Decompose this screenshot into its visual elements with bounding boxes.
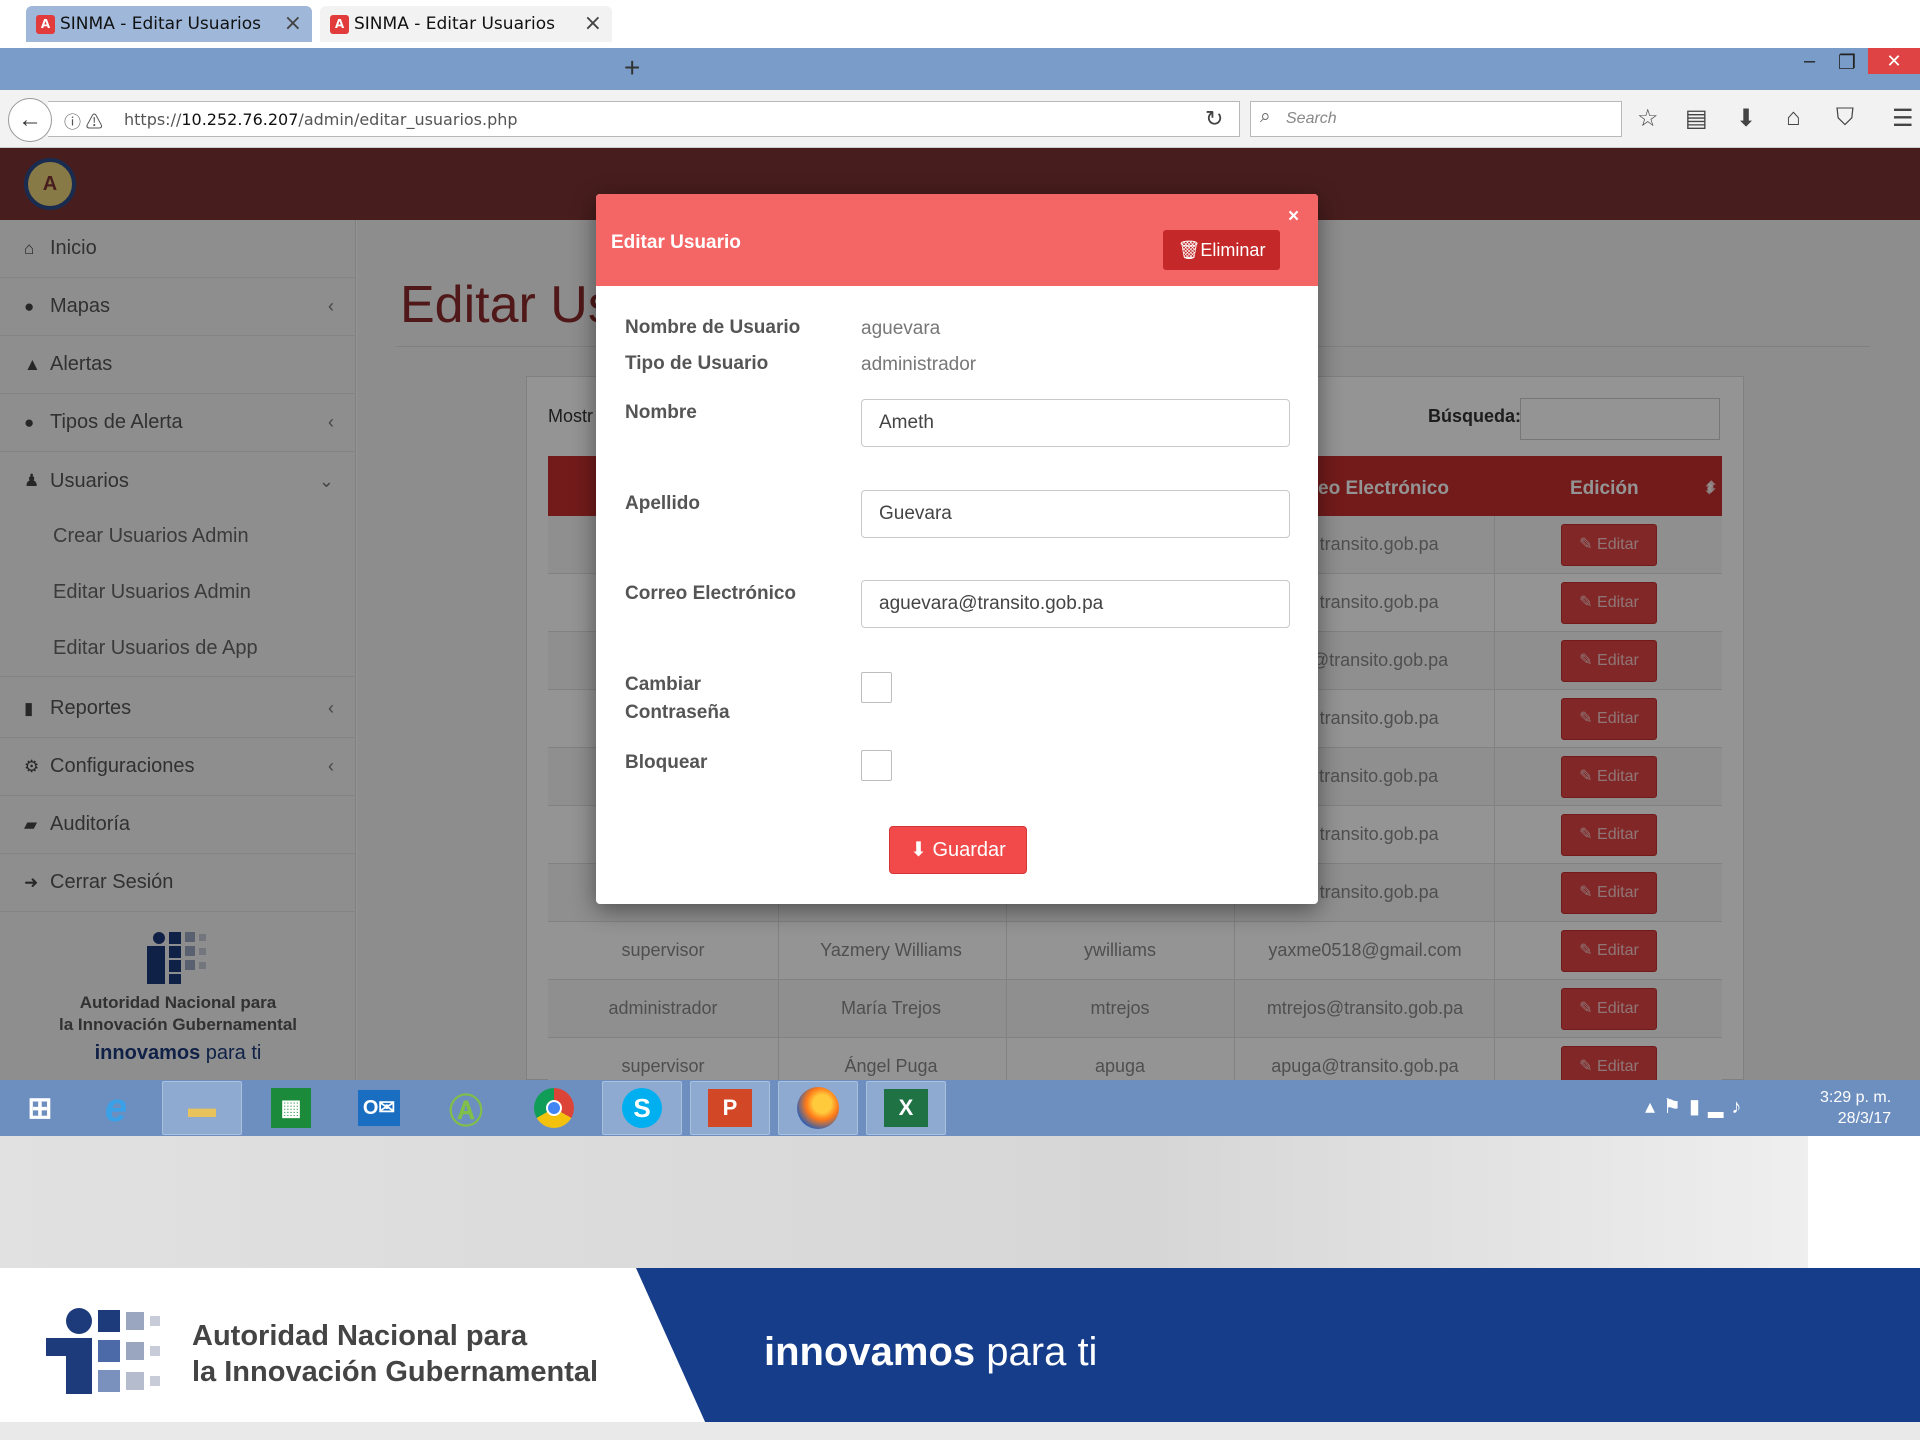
username-value: aguevara xyxy=(861,318,941,339)
edit-user-modal xyxy=(596,194,1318,904)
delete-button-label: Eliminar xyxy=(1200,240,1266,260)
system-tray-icons[interactable]: ▴⚑▮▂♪ xyxy=(1645,1094,1749,1119)
footer-bottom-strip xyxy=(0,1422,1920,1440)
user-type-value: administrador xyxy=(861,354,977,375)
firefox-icon[interactable] xyxy=(778,1081,858,1135)
email-input[interactable]: aguevara@transito.gob.pa xyxy=(861,580,1290,628)
menu-icon[interactable]: ☰ xyxy=(1892,104,1914,133)
footer-white-block xyxy=(1808,1136,1920,1268)
sinma-favicon-icon: A xyxy=(36,15,55,34)
lastname-label: Apellido xyxy=(625,493,700,514)
restore-icon[interactable]: ❐ xyxy=(1838,50,1856,75)
file-explorer-icon[interactable]: ▬ xyxy=(162,1081,242,1135)
close-tab-icon[interactable]: × xyxy=(284,11,302,36)
close-tab-icon[interactable]: × xyxy=(584,11,602,36)
username-label: Nombre de Usuario xyxy=(625,317,801,338)
save-button[interactable]: ⬇ Guardar xyxy=(889,826,1027,874)
android-studio-icon[interactable]: Ⓐ xyxy=(426,1081,506,1135)
back-arrow-icon[interactable]: ← xyxy=(8,98,52,142)
change-password-label-line1: Cambiar xyxy=(625,674,702,695)
close-icon[interactable]: × xyxy=(1288,206,1299,228)
window-close-icon[interactable]: ✕ xyxy=(1868,48,1920,74)
skype-icon[interactable]: S xyxy=(602,1081,682,1135)
clock-time: 3:29 p. m. xyxy=(1820,1089,1892,1106)
reload-icon[interactable]: ↻ xyxy=(1205,106,1223,132)
browser-tab-bar xyxy=(0,48,1920,90)
bookmark-star-icon[interactable]: ☆ xyxy=(1637,104,1659,133)
store-glyph: ▦ xyxy=(271,1088,311,1128)
browser-tab-active[interactable]: A SINMA - Editar Usuarios × xyxy=(320,6,612,42)
url-text[interactable]: https://10.252.76.207/admin/editar_usuar… xyxy=(124,110,518,129)
chrome-icon[interactable] xyxy=(514,1081,594,1135)
minimize-icon[interactable]: – xyxy=(1804,50,1815,73)
footer-line1: Autoridad Nacional para xyxy=(192,1320,528,1352)
save-button-label: Guardar xyxy=(932,839,1006,861)
change-password-label-line2: Contraseña xyxy=(625,702,730,723)
pocket-icon[interactable]: ⛉ xyxy=(1836,104,1854,132)
modal-title: Editar Usuario xyxy=(611,232,741,253)
store-icon[interactable]: ▦ xyxy=(251,1081,331,1135)
tab-title: SINMA - Editar Usuarios xyxy=(354,14,555,34)
search-placeholder: Search xyxy=(1286,110,1337,127)
site-info-icon[interactable]: ⓘ ⚠ xyxy=(64,108,103,133)
footer-slogan: innovamos para ti xyxy=(764,1330,1097,1375)
excel-icon[interactable]: X xyxy=(866,1081,946,1135)
home-icon[interactable]: ⌂ xyxy=(1786,104,1801,132)
reading-list-icon[interactable]: ▤ xyxy=(1685,104,1708,133)
new-tab-icon[interactable]: + xyxy=(624,52,640,84)
excel-glyph: X xyxy=(884,1089,928,1127)
download-icon[interactable]: ⬇ xyxy=(1736,104,1756,133)
firefox-glyph xyxy=(797,1087,839,1129)
footer-slogan-bold: innovamos xyxy=(764,1330,976,1374)
powerpoint-icon[interactable]: P xyxy=(690,1081,770,1135)
name-label: Nombre xyxy=(625,402,697,423)
name-input[interactable]: Ameth xyxy=(861,399,1290,447)
url-prefix: https:// xyxy=(124,110,182,129)
delete-button[interactable]: 🗑Eliminar xyxy=(1163,230,1280,270)
outlook-glyph: O✉ xyxy=(358,1090,400,1126)
footer-line2: la Innovación Gubernamental xyxy=(192,1356,599,1388)
change-password-checkbox[interactable] xyxy=(861,672,892,703)
user-type-label: Tipo de Usuario xyxy=(625,353,769,374)
footer-slogan-rest: para ti xyxy=(975,1330,1098,1374)
trash-icon: 🗑 xyxy=(1177,240,1201,260)
url-path: /admin/editar_usuarios.php xyxy=(298,110,518,129)
url-host: 10.252.76.207 xyxy=(181,110,299,129)
internet-explorer-icon[interactable]: e xyxy=(76,1081,156,1135)
windows-start-icon[interactable]: ⊞ xyxy=(0,1081,80,1135)
outlook-icon[interactable]: O✉ xyxy=(339,1081,419,1135)
chrome-glyph xyxy=(534,1088,574,1128)
block-checkbox[interactable] xyxy=(861,750,892,781)
powerpoint-glyph: P xyxy=(708,1089,752,1127)
taskbar-clock[interactable]: 3:29 p. m. 28/3/17 xyxy=(1820,1087,1891,1129)
download-icon: ⬇ xyxy=(910,839,933,861)
aig-logo-icon xyxy=(46,1308,172,1394)
footer-gradient xyxy=(0,1136,1920,1268)
search-icon: ⌕ xyxy=(1260,106,1271,127)
skype-glyph: S xyxy=(622,1088,662,1128)
email-label: Correo Electrónico xyxy=(625,583,797,604)
browser-tab[interactable]: A SINMA - Editar Usuarios × xyxy=(26,6,312,42)
block-label: Bloquear xyxy=(625,752,708,773)
lastname-input[interactable]: Guevara xyxy=(861,490,1290,538)
tab-title: SINMA - Editar Usuarios xyxy=(60,14,261,34)
footer-org-name: Autoridad Nacional para la Innovación Gub… xyxy=(192,1318,598,1390)
sinma-favicon-icon: A xyxy=(330,15,349,34)
change-password-label: Cambiar Contraseña xyxy=(625,671,825,727)
clock-date: 28/3/17 xyxy=(1837,1110,1892,1127)
